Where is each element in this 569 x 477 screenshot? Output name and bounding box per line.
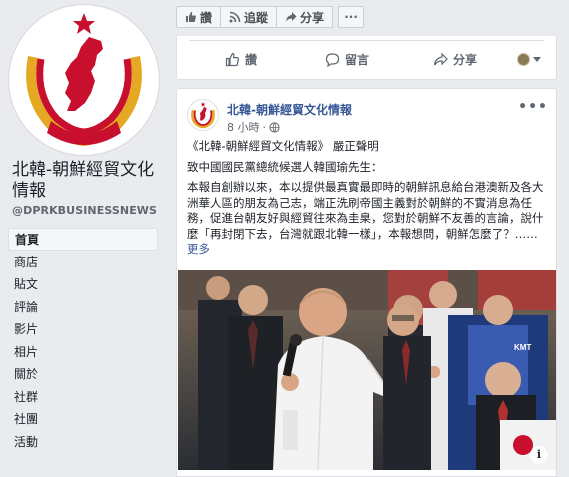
post-as-selector[interactable] — [517, 52, 541, 66]
previous-post-card: 讚 留言 分享 — [176, 36, 557, 80]
post-body-paragraph: 本報自創辦以來，本以提供最真實最即時的朝鮮訊息給台港澳新及各大洲華人區的朋友為己… — [187, 180, 549, 258]
page-nav: 首頁 商店 貼文 評論 影片 相片 關於 社群 社團 活動 — [8, 228, 158, 453]
page-action-bar: 讚 追蹤 分享 ··· — [176, 6, 365, 28]
prev-share-label: 分享 — [453, 52, 478, 67]
share-page-label: 分享 — [300, 10, 325, 25]
post-text: 《北韓-朝鮮經貿文化情報》 嚴正聲明 致中國國民黨總統候選人韓國瑜先生： 本報自… — [187, 139, 549, 263]
post-photo[interactable]: KMT i — [178, 270, 556, 470]
post-timestamp[interactable]: 8 小時 — [227, 119, 260, 135]
see-more-link[interactable]: 更多 — [187, 242, 210, 256]
nav-item-photos[interactable]: 相片 — [8, 341, 158, 364]
left-column: 北韓-朝鮮經貿文化情報 @DPRKBUSINESSNEWS 首頁 商店 貼文 評… — [0, 0, 166, 477]
post-options-icon[interactable]: ••• — [518, 99, 548, 115]
page-avatar-emblem[interactable] — [8, 4, 160, 156]
prev-share-button[interactable]: 分享 — [433, 51, 477, 68]
emblem-icon — [189, 101, 217, 129]
caret-down-icon — [533, 56, 541, 62]
nav-item-shop[interactable]: 商店 — [8, 251, 158, 274]
page-name[interactable]: 北韓-朝鮮經貿文化情報 — [12, 160, 162, 202]
globe-icon — [269, 121, 280, 133]
previous-post-actions: 讚 留言 分享 — [177, 48, 556, 70]
post-author-avatar[interactable] — [187, 99, 219, 131]
info-icon[interactable]: i — [530, 446, 548, 464]
nav-item-videos[interactable]: 影片 — [8, 318, 158, 341]
thumbs-up-icon — [186, 12, 196, 22]
nav-item-groups[interactable]: 社團 — [8, 408, 158, 431]
nav-item-events[interactable]: 活動 — [8, 431, 158, 454]
nav-item-reviews[interactable]: 評論 — [8, 296, 158, 319]
separator-dot: · — [262, 120, 267, 134]
share-arrow-icon — [286, 12, 297, 22]
divider — [189, 40, 544, 41]
follow-button[interactable]: 追蹤 — [220, 6, 278, 28]
post-body: 本報自創辦以來，本以提供最真實最即時的朝鮮訊息給台港澳新及各大洲華人區的朋友為己… — [187, 180, 544, 241]
like-page-label: 讚 — [200, 10, 213, 25]
svg-text:KMT: KMT — [514, 343, 531, 352]
rss-icon — [229, 11, 241, 23]
user-avatar — [517, 52, 530, 66]
nav-item-about[interactable]: 關於 — [8, 363, 158, 386]
prev-comment-button[interactable]: 留言 — [325, 51, 369, 68]
post-line-2: 致中國國民黨總統候選人韓國瑜先生： — [187, 159, 383, 174]
post-meta: 8 小時 · — [227, 119, 280, 135]
like-page-button[interactable]: 讚 — [176, 6, 222, 28]
prev-comment-label: 留言 — [345, 52, 370, 67]
nav-item-posts[interactable]: 貼文 — [8, 273, 158, 296]
thumbs-up-icon — [225, 52, 239, 66]
share-arrow-icon — [433, 52, 448, 65]
share-page-button[interactable]: 分享 — [276, 6, 334, 28]
post-card: 北韓-朝鮮經貿文化情報 8 小時 · ••• 《北韓-朝鮮經貿文化情報》 嚴正聲… — [176, 88, 557, 477]
rally-photo: KMT — [178, 270, 556, 470]
nav-item-community[interactable]: 社群 — [8, 386, 158, 409]
post-line-1: 《北韓-朝鮮經貿文化情報》 嚴正聲明 — [187, 139, 379, 153]
post-author-name[interactable]: 北韓-朝鮮經貿文化情報 — [227, 101, 352, 118]
page-handle: @DPRKBUSINESSNEWS — [12, 204, 158, 217]
nav-item-home[interactable]: 首頁 — [8, 228, 158, 251]
emblem-icon — [12, 8, 156, 152]
more-options-button[interactable]: ··· — [338, 6, 365, 28]
comment-icon — [325, 52, 340, 67]
prev-like-label: 讚 — [245, 52, 258, 67]
prev-like-button[interactable]: 讚 — [225, 51, 257, 68]
follow-label: 追蹤 — [244, 10, 269, 25]
